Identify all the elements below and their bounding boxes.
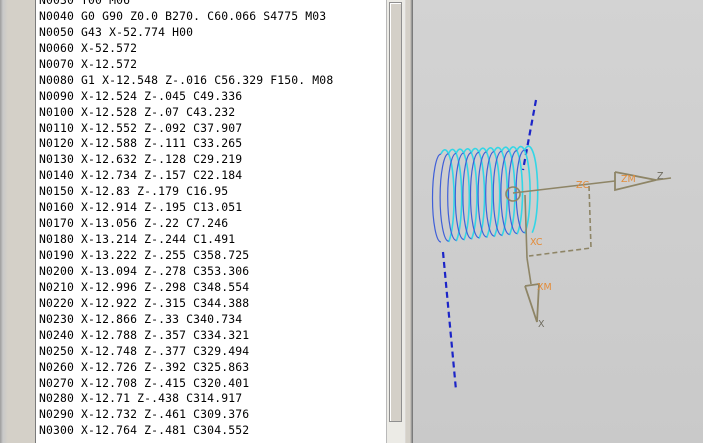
label-xc: XC [530,237,543,248]
nc-code-line[interactable]: N0210 X-12.996 Z-.298 C348.554 [39,280,333,296]
centerline-upper [521,99,538,171]
nc-code-line[interactable]: N0230 X-12.866 Z-.33 C340.734 [39,312,333,328]
nc-code-line[interactable]: N0050 G43 X-52.774 H00 [39,25,333,41]
nc-code-line[interactable]: N0220 X-12.922 Z-.315 C344.388 [39,296,333,312]
nc-code-line[interactable]: N0100 X-12.528 Z-.07 C43.232 [39,105,333,121]
label-zc: ZC [576,180,590,191]
nc-code-line[interactable]: N0080 G1 X-12.548 Z-.016 C56.329 F150. M… [39,73,333,89]
nc-code-line[interactable]: N0120 X-12.588 Z-.111 C33.265 [39,136,333,152]
nc-code-line[interactable]: N0030 T00 M06 [39,0,333,9]
nc-code-line[interactable]: N0170 X-13.056 Z-.22 C7.246 [39,216,333,232]
nc-code-line[interactable]: N0200 X-13.094 Z-.278 C353.306 [39,264,333,280]
nc-code-line[interactable]: N0110 X-12.552 Z-.092 C37.907 [39,121,333,137]
toolpath-3d-view: Z ZC ZM XC XM X [431,99,672,391]
scrollbar-thumb[interactable] [389,2,402,422]
nc-code-listing[interactable]: N0030 T00 M06 N0040 G0 G90 Z0.0 B270. C60… [37,0,386,443]
nc-code-line[interactable]: N0040 G0 G90 Z0.0 B270. C60.066 S4775 M0… [39,9,333,25]
nc-code-line[interactable]: N0270 X-12.708 Z-.415 C320.401 [39,376,333,392]
left-resizer-strip [0,0,36,443]
graphics-viewport[interactable]: Z ZC ZM XC XM X [413,0,703,443]
nc-code-line[interactable]: N0140 X-12.734 Z-.157 C22.184 [39,168,333,184]
nc-code-line[interactable]: N0070 X-12.572 [39,57,333,73]
label-z: Z [657,171,664,182]
nc-code-line[interactable]: N0290 X-12.732 Z-.461 C309.376 [39,407,333,423]
centerline-lower [441,251,458,391]
nc-code-line[interactable]: N0300 X-12.764 Z-.481 C304.552 [39,423,333,439]
nc-code-line[interactable]: N0090 X-12.524 Z-.045 C49.336 [39,89,333,105]
label-zm: ZM [621,174,636,185]
label-xm: XM [537,282,552,293]
helical-toolpath [431,145,539,243]
zc-axis-line [512,180,616,194]
nc-code-line[interactable]: N0280 X-12.71 Z-.438 C314.917 [39,391,333,407]
xm-axis-line [526,257,532,285]
nc-code-line[interactable]: N0130 X-12.632 Z-.128 C29.219 [39,152,333,168]
nc-code-lines: N0030 T00 M06 N0040 G0 G90 Z0.0 B270. C60… [39,0,333,439]
nc-code-line[interactable]: N0180 X-13.214 Z-.244 C1.491 [39,232,333,248]
nc-code-line[interactable]: N0260 X-12.726 Z-.392 C325.863 [39,360,333,376]
vertical-scrollbar[interactable] [386,0,404,443]
pane-splitter[interactable] [404,0,413,443]
nc-code-line[interactable]: N0240 X-12.788 Z-.357 C334.321 [39,328,333,344]
nc-code-line[interactable]: N0150 X-12.83 Z-.179 C16.95 [39,184,333,200]
xc-axis-line [524,194,528,259]
label-x: X [538,319,545,330]
nc-code-line[interactable]: N0060 X-52.572 [39,41,333,57]
nc-code-line[interactable]: N0190 X-13.222 Z-.255 C358.725 [39,248,333,264]
nc-code-line[interactable]: N0250 X-12.748 Z-.377 C329.494 [39,344,333,360]
nc-code-line[interactable]: N0160 X-12.914 Z-.195 C13.051 [39,200,333,216]
